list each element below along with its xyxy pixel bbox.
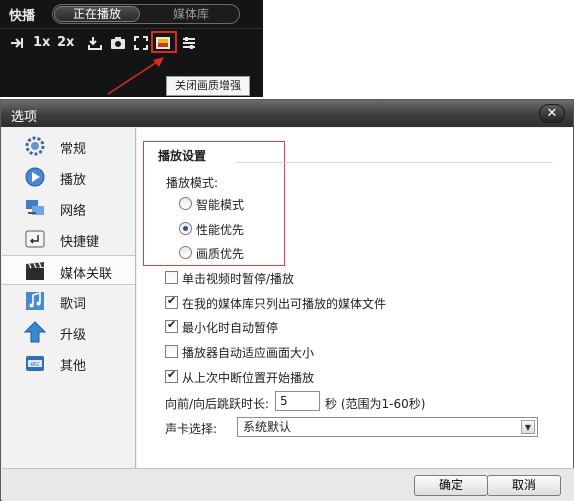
music-note-icon (26, 291, 44, 310)
network-icon (26, 200, 44, 215)
playback-mode-label: 播放模式: (166, 176, 219, 190)
tab-now-playing[interactable]: 正在播放 (54, 6, 140, 22)
sidebar-item-label: 播放 (60, 173, 87, 188)
section-title: 播放设置 (158, 149, 207, 163)
tab-media-library[interactable]: 媒体库 (151, 5, 231, 23)
options-sidebar: 常规 播放 网络 快捷键 媒体关联 歌词 升级 etc 其他 (2, 128, 136, 468)
checkbox-label: 在我的媒体库只列出可播放的媒体文件 (182, 297, 387, 311)
keyboard-key-icon (25, 230, 45, 248)
tooltip: 关闭画质增强 (166, 76, 250, 96)
sidebar-item-label: 媒体关联 (60, 267, 113, 282)
player-tabs: 正在播放 媒体库 (52, 4, 240, 24)
section-divider (235, 162, 553, 163)
sound-card-select[interactable]: 系统默认 ▼ (237, 417, 538, 437)
chevron-down-icon[interactable]: ▼ (521, 420, 535, 434)
etc-folder-icon: etc (26, 356, 44, 371)
skip-duration-label: 向前/向后跳跃时长: (165, 397, 270, 411)
checkbox-label: 单击视频时暂停/播放 (182, 272, 295, 286)
radio-quality-first[interactable] (179, 246, 192, 259)
sidebar-item-label: 快捷键 (60, 235, 100, 250)
sound-card-label: 声卡选择: (165, 422, 218, 436)
sidebar-item-other[interactable]: etc 其他 (2, 348, 135, 378)
sidebar-item-label: 其他 (60, 359, 87, 374)
settings-sliders-icon[interactable] (181, 35, 197, 51)
checkbox-label: 最小化时自动暂停 (182, 321, 279, 335)
dialog-titlebar: 选项 ✕ (1, 100, 573, 127)
sidebar-item-media-association[interactable]: 媒体关联 (2, 255, 135, 285)
speed-1x-button[interactable]: 1x (33, 35, 50, 51)
skip-duration-input[interactable]: 5 (275, 391, 320, 411)
sound-card-value: 系统默认 (243, 420, 292, 434)
sidebar-item-upgrade[interactable]: 升级 (2, 317, 135, 347)
checkbox-label: 播放器自动适应画面大小 (182, 346, 315, 360)
radio-label: 智能模式 (196, 198, 245, 212)
download-icon[interactable] (87, 35, 103, 51)
upgrade-arrow-icon (24, 321, 46, 343)
radio-label: 画质优先 (196, 247, 245, 261)
sidebar-item-label: 升级 (60, 328, 87, 343)
radio-performance-first[interactable] (179, 222, 192, 235)
sidebar-item-playback[interactable]: 播放 (2, 162, 135, 192)
checkbox-label: 从上次中断位置开始播放 (182, 371, 315, 385)
sidebar-item-network[interactable]: 网络 (2, 193, 135, 223)
speed-2x-button[interactable]: 2x (57, 35, 74, 51)
sidebar-item-general[interactable]: 常规 (2, 131, 135, 161)
sidebar-item-label: 歌词 (60, 297, 87, 312)
close-icon[interactable]: ✕ (539, 104, 565, 123)
sidebar-item-lyrics[interactable]: 歌词 (2, 286, 135, 316)
checkbox-list-playable-only[interactable] (165, 294, 178, 309)
ok-button[interactable]: 确定 (414, 475, 488, 496)
skip-duration-range: 秒 (范围为1-60秒) (325, 397, 426, 411)
app-logo: 快播 (9, 9, 36, 24)
skip-forward-icon[interactable] (9, 35, 25, 51)
sidebar-item-label: 常规 (60, 142, 87, 157)
sidebar-item-label: 网络 (60, 204, 87, 219)
camera-icon[interactable] (110, 35, 126, 51)
film-clapper-icon (26, 262, 44, 280)
gear-icon (25, 136, 45, 156)
radio-label: 性能优先 (196, 223, 245, 237)
checkbox-click-pause[interactable] (165, 271, 178, 284)
toolbar-divider (0, 28, 263, 29)
checkbox-resume-playback[interactable] (165, 368, 178, 383)
fullscreen-icon[interactable] (133, 35, 149, 51)
checkbox-auto-fit-size[interactable] (165, 345, 178, 358)
sidebar-item-shortcuts[interactable]: 快捷键 (2, 224, 135, 254)
cancel-button[interactable]: 取消 (487, 475, 561, 496)
checkbox-pause-on-minimize[interactable] (165, 318, 178, 333)
dialog-title: 选项 (11, 110, 38, 125)
radio-smart-mode[interactable] (179, 197, 192, 210)
play-icon (25, 167, 45, 187)
svg-text:etc: etc (30, 361, 39, 368)
